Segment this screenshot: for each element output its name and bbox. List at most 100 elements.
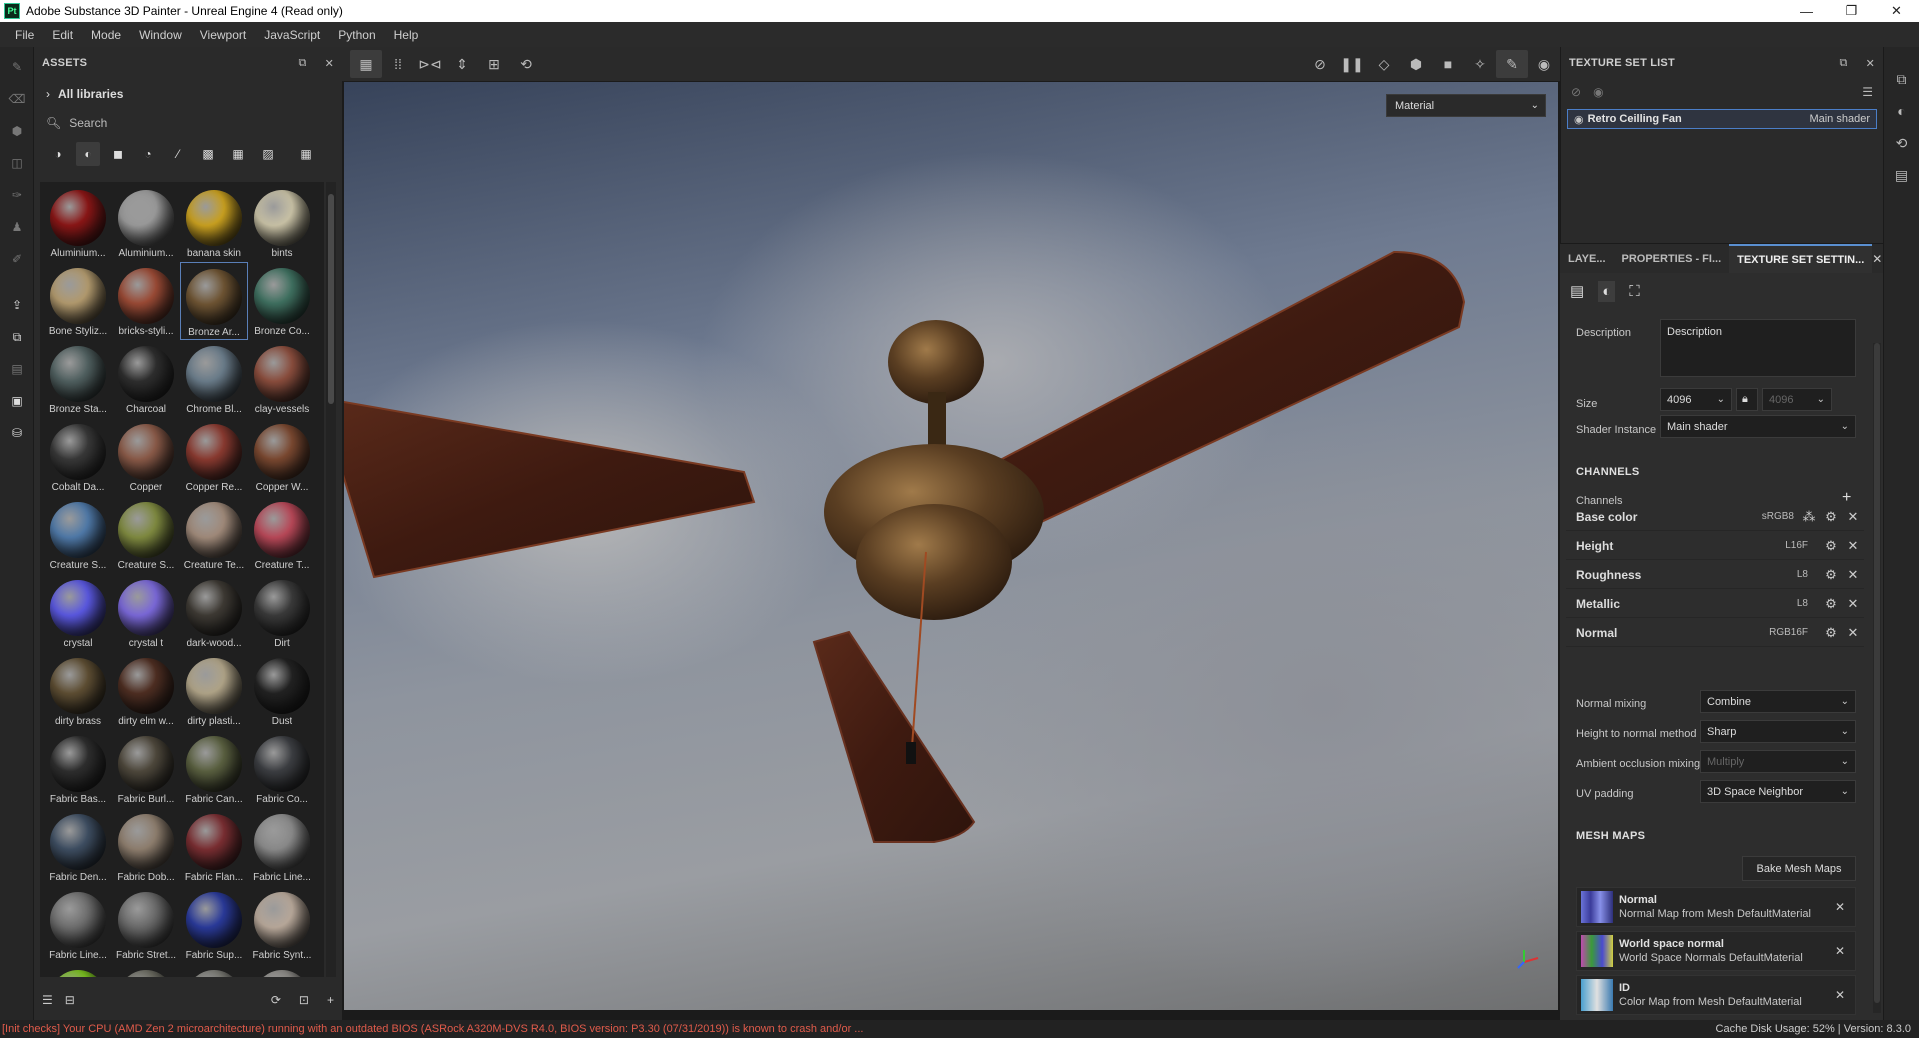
remove-channel-icon[interactable]: ✕	[1842, 596, 1864, 612]
search-input[interactable]: 🔍︎ Search	[34, 109, 342, 137]
asset-item[interactable]: clay-vessels	[248, 340, 316, 418]
filter-generators-icon[interactable]: ◔	[136, 142, 160, 166]
asset-item[interactable]: banana skin	[180, 184, 248, 262]
eraser-tool-icon[interactable]: ⌫	[0, 83, 34, 115]
remove-channel-icon[interactable]: ✕	[1842, 625, 1864, 641]
settings-general-icon[interactable]: ▤	[1570, 282, 1584, 300]
pause-icon[interactable]: ❚❚	[1336, 50, 1368, 78]
texture-panel-icon[interactable]: ▣	[0, 385, 34, 417]
tab-texture-set-settings[interactable]: TEXTURE SET SETTIN...	[1729, 243, 1873, 274]
close-tab-icon[interactable]: ✕	[1872, 252, 1882, 266]
undock-icon[interactable]: ⧉	[299, 57, 307, 70]
assets-panel-icon[interactable]: ⇪	[0, 289, 34, 321]
iray-icon[interactable]: ✧	[1464, 50, 1496, 78]
asset-item[interactable]: Chrome Bl...	[180, 340, 248, 418]
filter-particles-icon[interactable]: ▩	[196, 142, 220, 166]
visibility-icon[interactable]: ◉	[1593, 85, 1603, 99]
asset-item[interactable]: Fabric Sup...	[180, 886, 248, 964]
settings-gear-icon[interactable]: ⚙	[1820, 625, 1842, 641]
material-panel-icon[interactable]: ◐	[1884, 95, 1919, 127]
tab-properties[interactable]: PROPERTIES - FI...	[1614, 244, 1730, 274]
menu-file[interactable]: File	[6, 28, 43, 42]
asset-item[interactable]: Charcoal	[112, 340, 180, 418]
smudge-tool-icon[interactable]: ✑	[0, 179, 34, 211]
asset-item[interactable]	[180, 964, 248, 977]
filter-textures-icon[interactable]: ▦	[226, 142, 250, 166]
channel-format[interactable]: RGB16F	[1769, 627, 1808, 638]
paint-mode-icon[interactable]: ✎	[1496, 50, 1528, 78]
paint-brush-tool-icon[interactable]: ✎	[0, 51, 34, 83]
asset-item[interactable]: dark-wood...	[180, 574, 248, 652]
size-dropdown[interactable]: 4096 ⌄	[1660, 388, 1732, 411]
remove-mesh-map-icon[interactable]: ✕	[1835, 944, 1845, 958]
asset-item[interactable]: Fabric Stret...	[112, 886, 180, 964]
bake-mesh-maps-button[interactable]: Bake Mesh Maps	[1742, 856, 1856, 881]
menu-python[interactable]: Python	[329, 28, 384, 42]
channel-format[interactable]: L16F	[1785, 540, 1808, 551]
asset-item[interactable]: Copper	[112, 418, 180, 496]
assets-scrollbar[interactable]	[326, 182, 336, 977]
asset-item[interactable]: Copper Re...	[180, 418, 248, 496]
asset-item[interactable]: Fabric Bas...	[44, 730, 112, 808]
mesh-map-row[interactable]: World space normal World Space Normals D…	[1576, 931, 1856, 971]
undock-icon[interactable]: ⧉	[1840, 57, 1848, 70]
remove-channel-icon[interactable]: ✕	[1842, 538, 1864, 554]
asset-item[interactable]: dirty brass	[44, 652, 112, 730]
asset-item[interactable]: Dirt	[248, 574, 316, 652]
channel-format[interactable]: L8	[1797, 598, 1808, 609]
close-panel-icon[interactable]: ✕	[1866, 57, 1875, 70]
display-panel-icon[interactable]: ⛁	[0, 417, 34, 449]
grid-view-icon[interactable]: ⁞⁞	[382, 50, 414, 78]
color-profile-icon[interactable]: ⁂	[1798, 509, 1820, 525]
asset-item[interactable]: Creature S...	[44, 496, 112, 574]
texture-set-shader[interactable]: Main shader	[1809, 113, 1870, 125]
filter-brushes-icon[interactable]: ⁄	[166, 142, 190, 166]
normal-mixing-dropdown[interactable]: Combine ⌄	[1700, 690, 1856, 713]
settings-gear-icon[interactable]: ⚙	[1820, 567, 1842, 583]
log-panel-icon[interactable]: ▤	[1884, 159, 1919, 191]
filter-environments-icon[interactable]: ▨	[256, 142, 280, 166]
symmetry-icon[interactable]: ⊳⊲	[414, 50, 446, 78]
view-3d-icon[interactable]: ⬢	[1400, 50, 1432, 78]
history-panel-icon[interactable]: ⟲	[1884, 127, 1919, 159]
texture-set-list-panel-icon[interactable]: ⧉	[1884, 63, 1919, 95]
viewport-mode-dropdown[interactable]: Material ⌄	[1386, 94, 1546, 117]
link-icon[interactable]: ⊘	[1571, 85, 1581, 99]
menu-mode[interactable]: Mode	[82, 28, 130, 42]
asset-item[interactable]: bricks-styli...	[112, 262, 180, 340]
camera-icon[interactable]: ■	[1432, 50, 1464, 78]
uv-padding-dropdown[interactable]: 3D Space Neighbor ⌄	[1700, 780, 1856, 803]
asset-item[interactable]: bints	[248, 184, 316, 262]
list-view-icon[interactable]: ☰	[42, 993, 53, 1007]
menu-help[interactable]: Help	[385, 28, 428, 42]
asset-item[interactable]: crystal	[44, 574, 112, 652]
polygon-fill-tool-icon[interactable]: ◫	[0, 147, 34, 179]
hide-icon[interactable]: ⊘	[1304, 50, 1336, 78]
asset-item[interactable]: Fabric Flan...	[180, 808, 248, 886]
channel-format[interactable]: sRGB8	[1762, 511, 1794, 522]
close-window-button[interactable]: ✕	[1874, 0, 1919, 22]
size-lock-button[interactable]: 🔒︎	[1736, 388, 1758, 411]
filter-materials-icon[interactable]: ◑	[46, 142, 70, 166]
color-picker-tool-icon[interactable]: ✐	[0, 243, 34, 275]
asset-item[interactable]: Bronze Co...	[248, 262, 316, 340]
asset-item[interactable]: Fabric Co...	[248, 730, 316, 808]
mesh-map-row[interactable]: ID Color Map from Mesh DefaultMaterial ✕	[1576, 975, 1856, 1015]
asset-item[interactable]: dirty elm w...	[112, 652, 180, 730]
minimize-button[interactable]: —	[1784, 0, 1829, 22]
remove-channel-icon[interactable]: ✕	[1842, 509, 1864, 525]
asset-item[interactable]: Fabric Line...	[44, 886, 112, 964]
asset-item[interactable]: Fabric Burl...	[112, 730, 180, 808]
refresh-icon[interactable]: ⟳	[271, 993, 281, 1007]
height-to-normal-dropdown[interactable]: Sharp ⌄	[1700, 720, 1856, 743]
settings-scrollbar-thumb[interactable]	[1874, 343, 1880, 1003]
maximize-button[interactable]: ❐	[1829, 0, 1874, 22]
asset-item[interactable]: Cobalt Da...	[44, 418, 112, 496]
shader-instance-dropdown[interactable]: Main shader ⌄	[1660, 415, 1856, 438]
asset-item[interactable]: Aluminium...	[112, 184, 180, 262]
menu-window[interactable]: Window	[130, 28, 191, 42]
fit-view-icon[interactable]: ⊞	[478, 50, 510, 78]
mesh-map-row[interactable]: Normal Normal Map from Mesh DefaultMater…	[1576, 887, 1856, 927]
asset-item[interactable]: Fabric Line...	[248, 808, 316, 886]
settings-gear-icon[interactable]: ⚙	[1820, 596, 1842, 612]
